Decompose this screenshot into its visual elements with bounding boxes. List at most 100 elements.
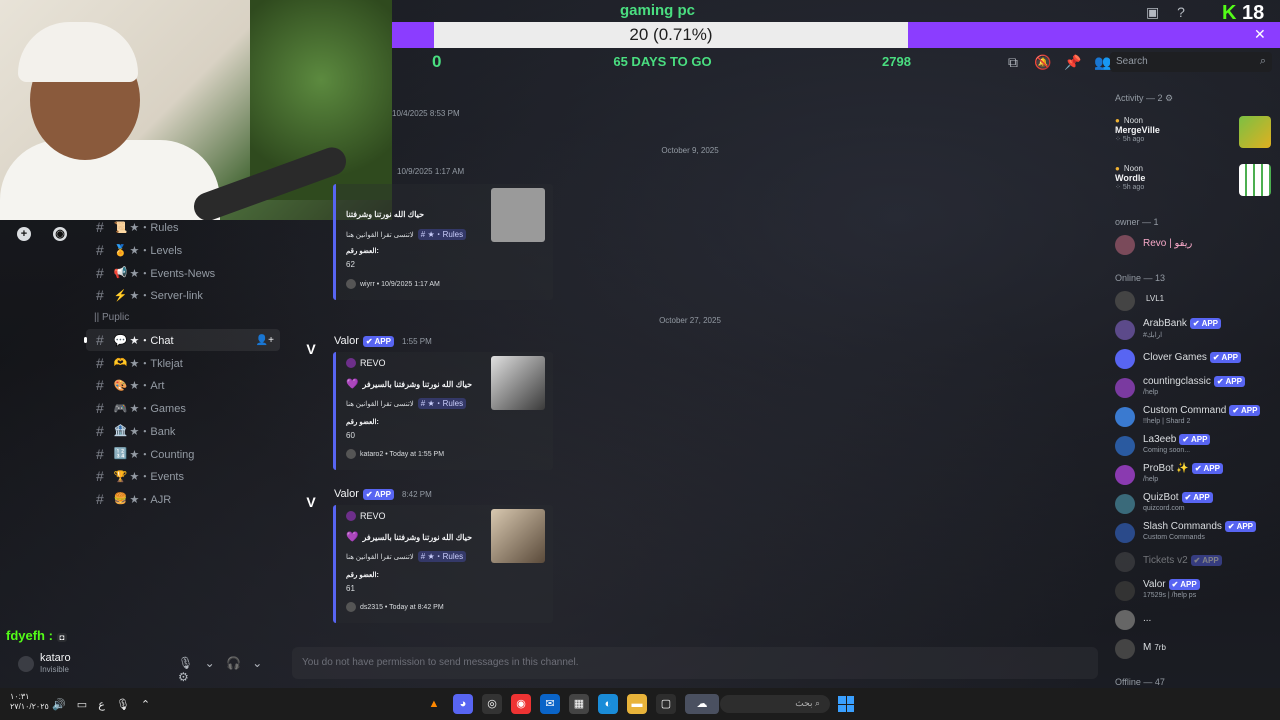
invite-icon[interactable]: 👤+	[256, 335, 274, 346]
member-item[interactable]: Slash Commands ✔ APP Custom Commands	[1115, 519, 1275, 547]
message-timestamp: 10/9/2025 1:17 AM	[397, 167, 465, 176]
network-icon[interactable]: ▭	[77, 699, 87, 711]
channel-item[interactable]: # 💬 ★・Chat 👤+	[84, 328, 280, 352]
channel-name: ★・Bank	[129, 425, 176, 438]
search-input[interactable]: Search ⌕	[1110, 52, 1272, 72]
chat-badge-icon: ◘	[56, 633, 68, 642]
chevron-down-icon[interactable]: ⌄	[252, 656, 262, 670]
goal-start: 0	[432, 52, 442, 71]
app-badge: ✔ APP	[1190, 555, 1222, 566]
activity-card[interactable]: ● Noon Wordle ⁘ 5h ago	[1115, 164, 1275, 196]
lang-indicator[interactable]: ع	[98, 699, 105, 711]
member-item[interactable]: M 7rb	[1115, 635, 1275, 663]
member-name-text: Custom Command	[1143, 405, 1227, 416]
avatar	[1115, 610, 1135, 630]
microphone-icon[interactable]: 🎙	[178, 656, 193, 670]
edge-icon[interactable]: ◐	[598, 694, 618, 714]
channel-item[interactable]: # 🏆 ★・Events	[86, 465, 280, 488]
threads-icon[interactable]: ⧉	[1000, 54, 1026, 71]
member-item[interactable]: Tickets v2 ✔ APP	[1115, 548, 1275, 576]
message-author[interactable]: Valor	[334, 488, 359, 500]
inbox-icon[interactable]: ▣	[1146, 4, 1159, 20]
channel-item[interactable]: # 🎮 ★・Games	[86, 397, 280, 420]
valor-avatar[interactable]: V	[302, 341, 320, 359]
taskbar-search[interactable]: بحث ⌕	[720, 695, 830, 713]
store-icon[interactable]: ▦	[569, 694, 589, 714]
member-name: ArabBank ✔ APP	[1143, 318, 1222, 329]
member-number: 62	[346, 260, 355, 269]
member-item[interactable]: ProBot ✨ ✔ APP/help	[1115, 461, 1275, 489]
member-item[interactable]: Custom Command ✔ APP !!help | Shard 2	[1115, 403, 1275, 431]
chrome-icon[interactable]: ◉	[511, 694, 531, 714]
embed-thumbnail[interactable]	[491, 356, 545, 410]
outlook-icon[interactable]: ✉	[540, 694, 560, 714]
hash-icon: #	[96, 354, 104, 371]
discord-icon[interactable]: ◕	[453, 694, 473, 714]
chevron-down-icon[interactable]: ⌄	[205, 656, 215, 670]
member-item[interactable]: countingclassic ✔ APP/help	[1115, 374, 1275, 402]
valor-avatar[interactable]: V	[302, 494, 320, 512]
discover-icon[interactable]: ◉	[53, 227, 67, 241]
member-item[interactable]: La3eeb ✔ APP Coming soon...	[1115, 432, 1275, 460]
explorer-icon[interactable]: ▬	[627, 694, 647, 714]
channel-item[interactable]: # 🍔 ★・AJR	[86, 488, 280, 511]
volume-icon[interactable]: 🔊	[52, 699, 66, 711]
member-status: Custom Commands	[1143, 534, 1205, 541]
channel-item[interactable]: # 🫶 ★・Tklejat	[86, 351, 280, 374]
pin-icon[interactable]: 📌	[1060, 54, 1086, 71]
channel-item[interactable]: # 📜 ★・Rules	[86, 216, 280, 239]
heart-icon: 💜	[346, 379, 359, 390]
avatar[interactable]	[18, 656, 34, 672]
footer-avatar	[346, 602, 356, 612]
mute-icon[interactable]: 🔕	[1030, 54, 1056, 71]
taskbar-clock[interactable]: ١٠:٣١ ٢٧/١٠/٢٠٢٥	[10, 692, 49, 712]
mic-icon[interactable]: 🎙	[116, 699, 130, 711]
channel-item[interactable]: # 🏅 ★・Levels	[86, 239, 280, 262]
channel-mention[interactable]: # ★・Rules	[417, 398, 467, 409]
headphones-icon[interactable]: 🎧	[226, 656, 241, 670]
vlc-icon[interactable]: ▲	[424, 694, 444, 714]
embed-thumbnail[interactable]	[491, 509, 545, 563]
channel-item[interactable]: # 🔢 ★・Counting	[86, 442, 280, 465]
channel-emoji: 🔢	[113, 448, 128, 461]
member-item[interactable]: Clover Games ✔ APP	[1115, 345, 1275, 373]
member-name: Revo | ريفو	[1143, 238, 1193, 249]
member-item[interactable]: QuizBot ✔ APP quizcord.com	[1115, 490, 1275, 518]
close-icon[interactable]: ✕	[1254, 26, 1266, 43]
channel-name: ★・Server-link	[129, 290, 203, 303]
member-item[interactable]: ...	[1115, 606, 1275, 634]
gear-icon[interactable]: ⚙	[1165, 93, 1173, 103]
message-composer[interactable]: You do not have permission to send messa…	[292, 647, 1098, 679]
window-icon[interactable]: ▢	[656, 694, 676, 714]
activity-card[interactable]: ● Noon MergeVille ⁘ 5h ago	[1115, 116, 1275, 148]
member-item[interactable]: Revo | ريفو	[1115, 231, 1275, 259]
channel-item[interactable]: # 🏦 ★・Bank	[86, 420, 280, 443]
member-item[interactable]: LVL1	[1115, 287, 1275, 315]
channel-item[interactable]: # ⚡ ★・Server-link	[86, 284, 280, 307]
message-author[interactable]: Valor	[334, 335, 359, 347]
embed-rule-line: لاتنسى تقرا القوانين هنا # ★・Rules	[346, 398, 467, 409]
help-icon[interactable]: ?	[1177, 4, 1185, 20]
widgets-icon[interactable]: ☁	[685, 694, 719, 714]
avatar-icon: ●	[1115, 164, 1120, 173]
channel-item[interactable]: # 📢 ★・Events-News	[86, 261, 280, 284]
username[interactable]: kataro	[40, 652, 71, 664]
channel-item[interactable]: # 🎨 ★・Art	[86, 374, 280, 397]
member-item[interactable]: Valor ✔ APP 17529s | /help ps	[1115, 577, 1275, 605]
app-badge: ✔ APP	[1224, 521, 1257, 532]
gear-icon[interactable]: ⚙	[178, 670, 189, 684]
member-item[interactable]: ArabBank ✔ APP #ارابك	[1115, 316, 1275, 344]
channel-emoji: 💬	[113, 334, 128, 347]
date-divider: October 9, 2025	[661, 146, 719, 155]
channel-toolbar: ⧉ 🔕 📌 👥	[1000, 54, 1116, 71]
embed-thumbnail[interactable]	[491, 188, 545, 242]
member-number: 61	[346, 584, 355, 593]
channel-mention[interactable]: # ★・Rules	[417, 229, 467, 240]
start-icon[interactable]	[838, 696, 854, 712]
add-server-icon[interactable]: +	[17, 227, 31, 241]
channel-mention[interactable]: # ★・Rules	[417, 551, 467, 562]
message-time: 8:42 PM	[401, 489, 432, 499]
chevron-up-icon[interactable]: ⌃	[141, 699, 150, 711]
category-header[interactable]: || Puplic	[86, 307, 280, 329]
obs-icon[interactable]: ◎	[482, 694, 502, 714]
